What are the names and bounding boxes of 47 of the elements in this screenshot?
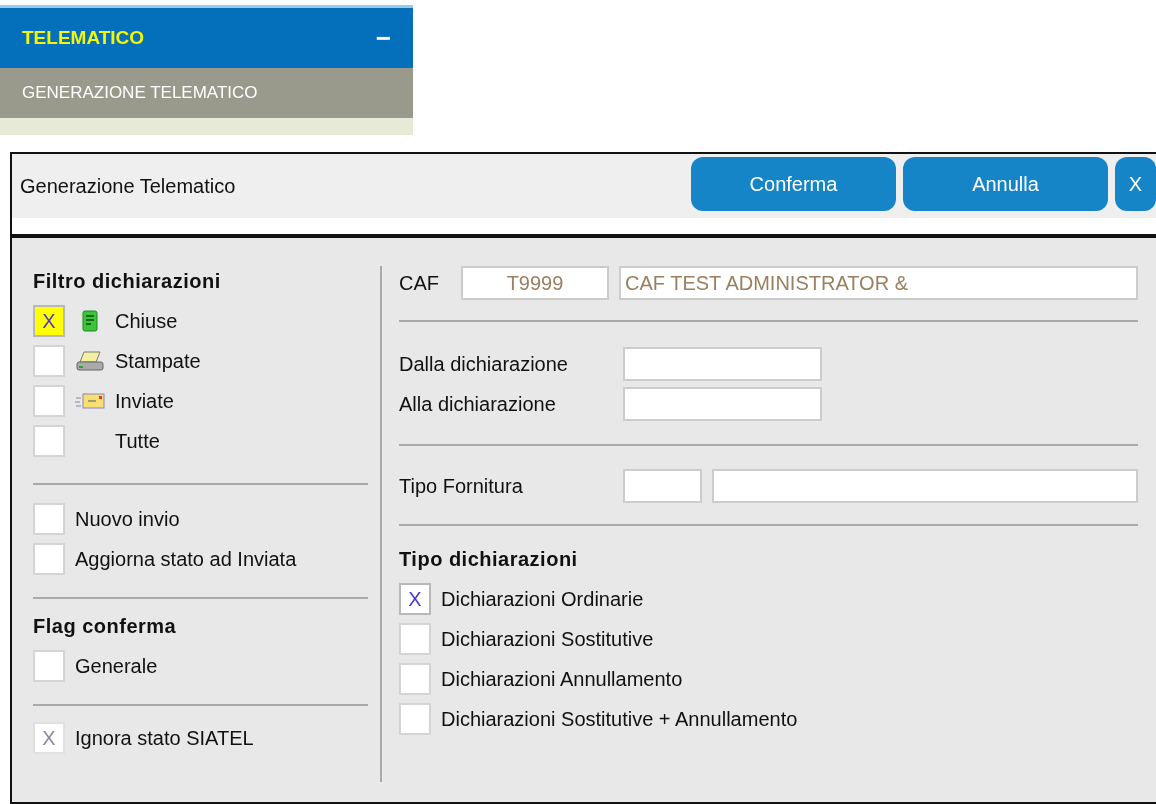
section-heading: Flag conferma <box>33 615 178 638</box>
checkbox[interactable] <box>33 543 65 575</box>
checkbox-label: Inviate <box>115 389 174 413</box>
checkbox-label: Dichiarazioni Sostitutive <box>441 627 654 651</box>
checkbox[interactable] <box>33 425 65 457</box>
document-icon <box>82 310 98 332</box>
printer-icon <box>76 350 104 372</box>
dialog-title: Generazione Telematico <box>20 174 236 198</box>
checkbox[interactable] <box>399 623 431 655</box>
field-label: Tipo Fornitura <box>399 474 524 498</box>
checkbox[interactable] <box>33 503 65 535</box>
field-label: CAF <box>399 271 440 295</box>
checkbox-label: Generale <box>75 654 158 678</box>
collapse-button[interactable]: − <box>375 22 391 54</box>
checkbox-label: Dichiarazioni Sostitutive + Annullamento <box>441 707 798 731</box>
dialog-button[interactable]: Conferma <box>691 157 896 211</box>
dialog-button[interactable]: X <box>1115 157 1156 211</box>
checkbox-label: Dichiarazioni Annullamento <box>441 667 683 691</box>
dialog-button[interactable]: Annulla <box>903 157 1108 211</box>
checkbox[interactable] <box>33 650 65 682</box>
checkbox[interactable]: X <box>399 583 431 615</box>
menu-item[interactable]: GENERAZIONE TELEMATICO <box>0 68 413 118</box>
checkbox[interactable] <box>399 663 431 695</box>
checkbox-label: Stampate <box>115 349 201 373</box>
input-field[interactable] <box>623 387 822 421</box>
field-label: Alla dichiarazione <box>399 392 557 416</box>
name-field[interactable]: CAF TEST ADMINISTRATOR & <box>619 266 1138 300</box>
checkbox-label: Nuovo invio <box>75 507 180 531</box>
code-field[interactable]: T9999 <box>461 266 609 300</box>
menu-header[interactable]: TELEMATICO − <box>0 8 413 68</box>
checkbox-label: Chiuse <box>115 309 178 333</box>
checkbox-label: Ignora stato SIATEL <box>75 726 254 750</box>
checkbox-label: Tutte <box>115 429 160 453</box>
envelope-icon <box>75 393 105 409</box>
code-field[interactable] <box>623 469 702 503</box>
menu-title: TELEMATICO <box>22 27 145 49</box>
checkbox[interactable] <box>399 703 431 735</box>
checkbox[interactable] <box>33 385 65 417</box>
field-label: Dalla dichiarazione <box>399 352 569 376</box>
section-heading: Tipo dichiarazioni <box>399 548 579 571</box>
checkbox[interactable]: X <box>33 305 65 337</box>
section-heading: Filtro dichiarazioni <box>33 270 222 293</box>
checkbox-label: Dichiarazioni Ordinarie <box>441 587 644 611</box>
checkbox-label: Aggiorna stato ad Inviata <box>75 547 297 571</box>
checkbox[interactable] <box>33 345 65 377</box>
description-field[interactable] <box>712 469 1138 503</box>
input-field[interactable] <box>623 347 822 381</box>
